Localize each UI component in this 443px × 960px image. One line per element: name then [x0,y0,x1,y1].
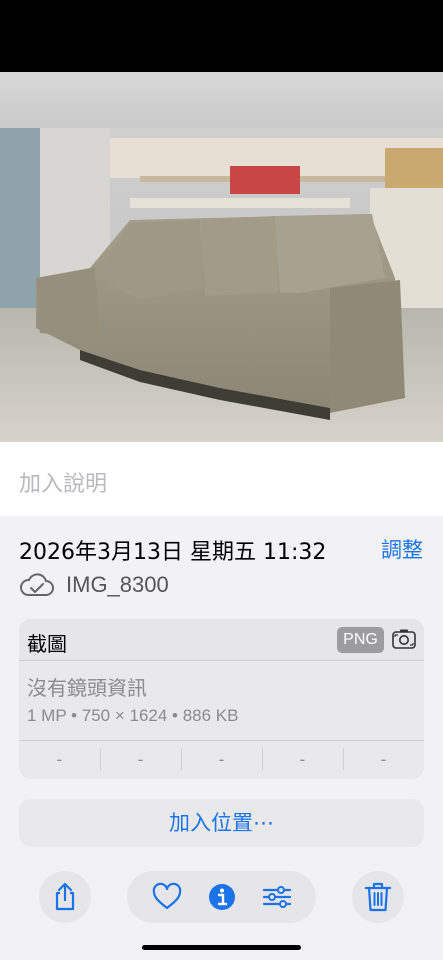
caption-placeholder: 加入說明 [19,472,108,497]
photo-datetime: 2026年3月13日 星期五 11:32 [19,540,327,565]
lens-info: 沒有鏡頭資訊 [27,676,147,700]
format-badge: PNG [337,627,384,653]
share-button[interactable] [39,871,91,923]
exif-row: - - - - - [19,740,424,779]
info-icon[interactable] [205,880,239,914]
photo-background [0,72,443,128]
exif-value: - [56,750,63,769]
card-header: 截圖 PNG [19,619,424,661]
adjust-datetime-button[interactable]: 調整 [381,534,423,564]
icloud-icon [20,573,54,596]
share-icon [55,882,75,911]
screenshot-camera-icon [392,629,416,649]
status-bar [0,0,443,72]
photo-viewer[interactable] [0,72,443,442]
photo-info-card: 截圖 PNG 沒有鏡頭資訊 1 MP • 750 × 1624 • 886 KB… [19,619,424,779]
image-type-label: 截圖 [27,632,67,656]
exif-value: - [100,748,181,770]
file-name: IMG_8300 [66,572,169,597]
home-indicator [142,945,301,950]
photo-actions-group [127,871,316,923]
trash-icon [364,882,392,912]
heart-icon[interactable] [150,880,184,914]
exif-value: - [262,748,343,770]
add-location-button[interactable]: 加入位置⋯ [19,799,424,847]
exif-value: - [181,748,262,770]
image-specs: 1 MP • 750 × 1624 • 886 KB [27,706,239,725]
adjust-sliders-icon[interactable] [260,880,294,914]
photo-sofa-image [0,128,443,442]
exif-value: - [343,748,424,770]
delete-button[interactable] [352,871,404,923]
caption-field[interactable]: 加入說明 [0,442,443,516]
